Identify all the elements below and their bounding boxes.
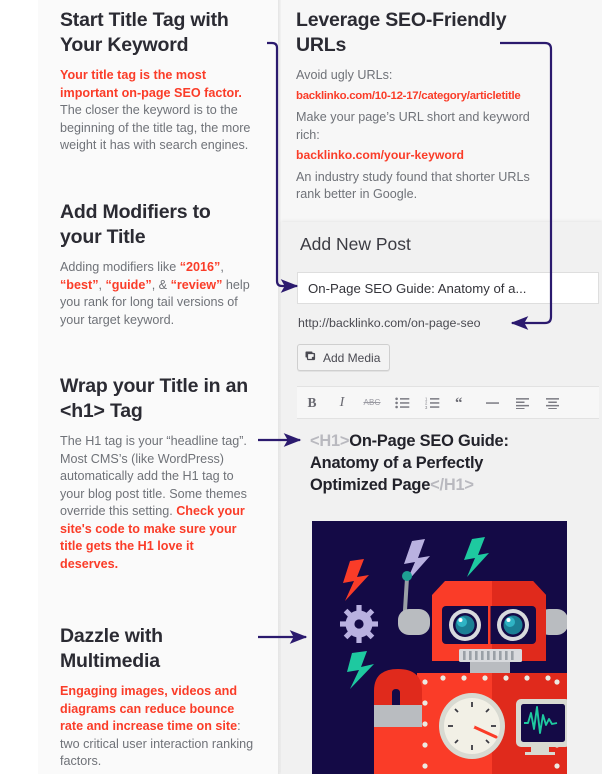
bold-button[interactable]: B: [297, 386, 327, 419]
bulleted-list-button[interactable]: [387, 386, 417, 419]
modifier-review: “review”: [170, 277, 223, 292]
section-heading: Leverage SEO-Friendly URLs: [296, 9, 507, 56]
amp: , &: [151, 277, 171, 292]
infographic-page: Start Title Tag with Your Keyword Your t…: [0, 0, 602, 774]
strikethrough-button[interactable]: ABC: [357, 386, 387, 419]
highlight-text: Your title tag is the most important on-…: [60, 68, 242, 100]
h1-open-tag: <H1>: [310, 432, 350, 450]
section-start-title-tag: Start Title Tag with Your Keyword Your t…: [60, 8, 255, 155]
add-media-icon: [305, 350, 318, 366]
numbered-list-button[interactable]: 1 2 3: [417, 386, 447, 419]
comma-2: ,: [98, 277, 106, 292]
italic-button[interactable]: I: [327, 386, 357, 419]
section-heading: Dazzle with Multimedia: [60, 625, 163, 672]
avoid-ugly-urls-label: Avoid ugly URLs:: [296, 68, 393, 82]
section-leverage-urls: Leverage SEO-Friendly URLs Avoid ugly UR…: [296, 8, 546, 204]
h1-close-tag: </H1>: [430, 476, 474, 494]
section-body: The H1 tag is your “headline tag”. Most …: [60, 433, 255, 573]
body-text: The closer the keyword is to the beginni…: [60, 103, 251, 152]
svg-text:3: 3: [425, 404, 428, 408]
highlight-text: Engaging images, videos and diagrams can…: [60, 684, 238, 733]
modifier-best: “best”: [60, 277, 99, 292]
section-body: Your title tag is the most important on-…: [60, 67, 255, 155]
align-left-button[interactable]: [507, 386, 537, 419]
comma-1: ,: [220, 260, 224, 274]
blockquote-button[interactable]: “: [447, 386, 477, 419]
horizontal-rule-button[interactable]: [477, 386, 507, 419]
industry-study-note: An industry study found that shorter URL…: [296, 169, 530, 202]
post-title-input[interactable]: On-Page SEO Guide: Anatomy of a...: [297, 272, 599, 304]
bad-url-example: backlinko.com/10-12-17/category/articlet…: [296, 89, 521, 102]
align-center-button[interactable]: [537, 386, 567, 419]
h1-preview-text: <H1>On-Page SEO Guide: Anatomy of a Perf…: [310, 430, 560, 496]
section-wrap-h1: Wrap your Title in an <h1> Tag The H1 ta…: [60, 374, 255, 573]
section-dazzle-multimedia: Dazzle with Multimedia Engaging images, …: [60, 624, 255, 771]
body-text-intro: Adding modifiers like: [60, 260, 180, 274]
section-body: Engaging images, videos and diagrams can…: [60, 683, 255, 771]
robot-illustration: [312, 521, 567, 774]
add-media-button[interactable]: Add Media: [297, 344, 391, 371]
modifier-guide: “guide”: [105, 277, 152, 292]
section-add-modifiers: Add Modifiers to your Title Adding modif…: [60, 200, 255, 329]
editor-toolbar: B I ABC 1 2 3 “: [297, 386, 599, 419]
add-media-label: Add Media: [323, 350, 381, 365]
section-heading: Wrap your Title in an <h1> Tag: [60, 375, 248, 422]
section-heading: Add Modifiers to your Title: [60, 201, 211, 248]
short-url-advice: Make your page’s URL short and keyword r…: [296, 110, 530, 142]
modifier-2016: “2016”: [179, 260, 221, 274]
permalink-text[interactable]: http://backlinko.com/on-page-seo: [298, 316, 481, 330]
section-heading: Start Title Tag with Your Keyword: [60, 9, 229, 56]
svg-text:“: “: [455, 397, 463, 409]
good-url-example: backlinko.com/your-keyword: [296, 148, 464, 162]
page-title: Add New Post: [300, 234, 411, 254]
section-body: Adding modifiers like “2016”, “best”, “g…: [60, 259, 255, 329]
